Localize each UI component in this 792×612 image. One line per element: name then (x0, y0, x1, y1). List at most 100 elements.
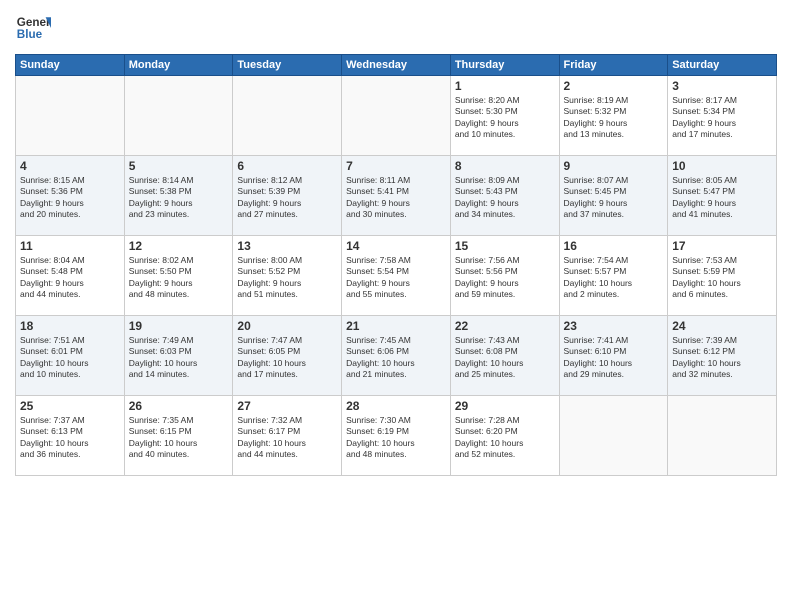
day-info: Sunrise: 7:47 AM Sunset: 6:05 PM Dayligh… (237, 335, 337, 381)
logo-icon: General Blue (15, 10, 51, 46)
weekday-header-friday: Friday (559, 55, 668, 76)
calendar-cell: 16 Sunrise: 7:54 AM Sunset: 5:57 PM Dayli… (559, 236, 668, 316)
day-info: Sunrise: 7:49 AM Sunset: 6:03 PM Dayligh… (129, 335, 229, 381)
svg-text:Blue: Blue (17, 28, 43, 41)
day-number: 13 (237, 239, 337, 253)
day-info: Sunrise: 7:43 AM Sunset: 6:08 PM Dayligh… (455, 335, 555, 381)
day-number: 5 (129, 159, 229, 173)
day-number: 12 (129, 239, 229, 253)
day-number: 27 (237, 399, 337, 413)
day-info: Sunrise: 8:04 AM Sunset: 5:48 PM Dayligh… (20, 255, 120, 301)
day-number: 2 (564, 79, 664, 93)
day-info: Sunrise: 8:02 AM Sunset: 5:50 PM Dayligh… (129, 255, 229, 301)
day-info: Sunrise: 8:14 AM Sunset: 5:38 PM Dayligh… (129, 175, 229, 221)
calendar-cell (16, 76, 125, 156)
calendar-cell: 11 Sunrise: 8:04 AM Sunset: 5:48 PM Dayli… (16, 236, 125, 316)
calendar-cell (342, 76, 451, 156)
day-info: Sunrise: 8:05 AM Sunset: 5:47 PM Dayligh… (672, 175, 772, 221)
day-number: 23 (564, 319, 664, 333)
day-number: 11 (20, 239, 120, 253)
day-number: 6 (237, 159, 337, 173)
calendar-cell: 13 Sunrise: 8:00 AM Sunset: 5:52 PM Dayli… (233, 236, 342, 316)
week-row-2: 4 Sunrise: 8:15 AM Sunset: 5:36 PM Daylig… (16, 156, 777, 236)
weekday-header-monday: Monday (124, 55, 233, 76)
calendar-cell: 15 Sunrise: 7:56 AM Sunset: 5:56 PM Dayli… (450, 236, 559, 316)
day-number: 20 (237, 319, 337, 333)
calendar-cell (124, 76, 233, 156)
day-info: Sunrise: 7:56 AM Sunset: 5:56 PM Dayligh… (455, 255, 555, 301)
calendar-cell: 2 Sunrise: 8:19 AM Sunset: 5:32 PM Daylig… (559, 76, 668, 156)
day-info: Sunrise: 8:12 AM Sunset: 5:39 PM Dayligh… (237, 175, 337, 221)
calendar-cell: 20 Sunrise: 7:47 AM Sunset: 6:05 PM Dayli… (233, 316, 342, 396)
calendar-table: SundayMondayTuesdayWednesdayThursdayFrid… (15, 54, 777, 476)
header: General Blue (15, 10, 777, 46)
day-info: Sunrise: 8:20 AM Sunset: 5:30 PM Dayligh… (455, 95, 555, 141)
calendar-cell: 27 Sunrise: 7:32 AM Sunset: 6:17 PM Dayli… (233, 396, 342, 476)
day-info: Sunrise: 7:35 AM Sunset: 6:15 PM Dayligh… (129, 415, 229, 461)
day-number: 26 (129, 399, 229, 413)
week-row-3: 11 Sunrise: 8:04 AM Sunset: 5:48 PM Dayli… (16, 236, 777, 316)
calendar-cell: 29 Sunrise: 7:28 AM Sunset: 6:20 PM Dayli… (450, 396, 559, 476)
day-info: Sunrise: 7:54 AM Sunset: 5:57 PM Dayligh… (564, 255, 664, 301)
calendar-cell: 26 Sunrise: 7:35 AM Sunset: 6:15 PM Dayli… (124, 396, 233, 476)
week-row-4: 18 Sunrise: 7:51 AM Sunset: 6:01 PM Dayli… (16, 316, 777, 396)
day-number: 21 (346, 319, 446, 333)
day-info: Sunrise: 8:15 AM Sunset: 5:36 PM Dayligh… (20, 175, 120, 221)
day-number: 17 (672, 239, 772, 253)
day-number: 18 (20, 319, 120, 333)
week-row-5: 25Sunrise: 7:37 AM Sunset: 6:13 PM Dayli… (16, 396, 777, 476)
calendar-cell: 23 Sunrise: 7:41 AM Sunset: 6:10 PM Dayli… (559, 316, 668, 396)
day-info: Sunrise: 8:11 AM Sunset: 5:41 PM Dayligh… (346, 175, 446, 221)
day-info: Sunrise: 7:30 AM Sunset: 6:19 PM Dayligh… (346, 415, 446, 461)
day-number: 1 (455, 79, 555, 93)
day-number: 19 (129, 319, 229, 333)
calendar-cell: 24Sunrise: 7:39 AM Sunset: 6:12 PM Dayli… (668, 316, 777, 396)
day-info: Sunrise: 8:00 AM Sunset: 5:52 PM Dayligh… (237, 255, 337, 301)
calendar-cell: 10 Sunrise: 8:05 AM Sunset: 5:47 PM Dayli… (668, 156, 777, 236)
calendar-cell: 14Sunrise: 7:58 AM Sunset: 5:54 PM Dayli… (342, 236, 451, 316)
day-number: 25 (20, 399, 120, 413)
day-info: Sunrise: 8:09 AM Sunset: 5:43 PM Dayligh… (455, 175, 555, 221)
day-number: 22 (455, 319, 555, 333)
weekday-header-sunday: Sunday (16, 55, 125, 76)
day-info: Sunrise: 8:19 AM Sunset: 5:32 PM Dayligh… (564, 95, 664, 141)
weekday-header-row: SundayMondayTuesdayWednesdayThursdayFrid… (16, 55, 777, 76)
weekday-header-saturday: Saturday (668, 55, 777, 76)
day-info: Sunrise: 7:28 AM Sunset: 6:20 PM Dayligh… (455, 415, 555, 461)
calendar-cell: 8 Sunrise: 8:09 AM Sunset: 5:43 PM Daylig… (450, 156, 559, 236)
calendar-cell: 5 Sunrise: 8:14 AM Sunset: 5:38 PM Daylig… (124, 156, 233, 236)
week-row-1: 1 Sunrise: 8:20 AM Sunset: 5:30 PM Daylig… (16, 76, 777, 156)
calendar-cell: 28Sunrise: 7:30 AM Sunset: 6:19 PM Dayli… (342, 396, 451, 476)
calendar-cell: 18 Sunrise: 7:51 AM Sunset: 6:01 PM Dayli… (16, 316, 125, 396)
calendar-cell: 6 Sunrise: 8:12 AM Sunset: 5:39 PM Daylig… (233, 156, 342, 236)
calendar-cell: 9 Sunrise: 8:07 AM Sunset: 5:45 PM Daylig… (559, 156, 668, 236)
calendar-cell (668, 396, 777, 476)
day-number: 4 (20, 159, 120, 173)
calendar-cell: 25Sunrise: 7:37 AM Sunset: 6:13 PM Dayli… (16, 396, 125, 476)
day-number: 15 (455, 239, 555, 253)
day-number: 3 (672, 79, 772, 93)
calendar-cell: 4 Sunrise: 8:15 AM Sunset: 5:36 PM Daylig… (16, 156, 125, 236)
calendar-page: General Blue SundayMondayTuesdayWednesda… (0, 0, 792, 612)
calendar-cell: 17Sunrise: 7:53 AM Sunset: 5:59 PM Dayli… (668, 236, 777, 316)
calendar-cell (559, 396, 668, 476)
day-number: 16 (564, 239, 664, 253)
day-info: Sunrise: 7:32 AM Sunset: 6:17 PM Dayligh… (237, 415, 337, 461)
day-info: Sunrise: 7:41 AM Sunset: 6:10 PM Dayligh… (564, 335, 664, 381)
calendar-cell: 3Sunrise: 8:17 AM Sunset: 5:34 PM Daylig… (668, 76, 777, 156)
day-number: 8 (455, 159, 555, 173)
weekday-header-wednesday: Wednesday (342, 55, 451, 76)
calendar-cell: 22 Sunrise: 7:43 AM Sunset: 6:08 PM Dayli… (450, 316, 559, 396)
calendar-cell: 21Sunrise: 7:45 AM Sunset: 6:06 PM Dayli… (342, 316, 451, 396)
weekday-header-tuesday: Tuesday (233, 55, 342, 76)
day-number: 10 (672, 159, 772, 173)
day-number: 14 (346, 239, 446, 253)
day-number: 29 (455, 399, 555, 413)
calendar-cell: 1 Sunrise: 8:20 AM Sunset: 5:30 PM Daylig… (450, 76, 559, 156)
day-number: 9 (564, 159, 664, 173)
day-info: Sunrise: 8:07 AM Sunset: 5:45 PM Dayligh… (564, 175, 664, 221)
weekday-header-thursday: Thursday (450, 55, 559, 76)
calendar-cell (233, 76, 342, 156)
day-info: Sunrise: 7:51 AM Sunset: 6:01 PM Dayligh… (20, 335, 120, 381)
calendar-cell: 19 Sunrise: 7:49 AM Sunset: 6:03 PM Dayli… (124, 316, 233, 396)
